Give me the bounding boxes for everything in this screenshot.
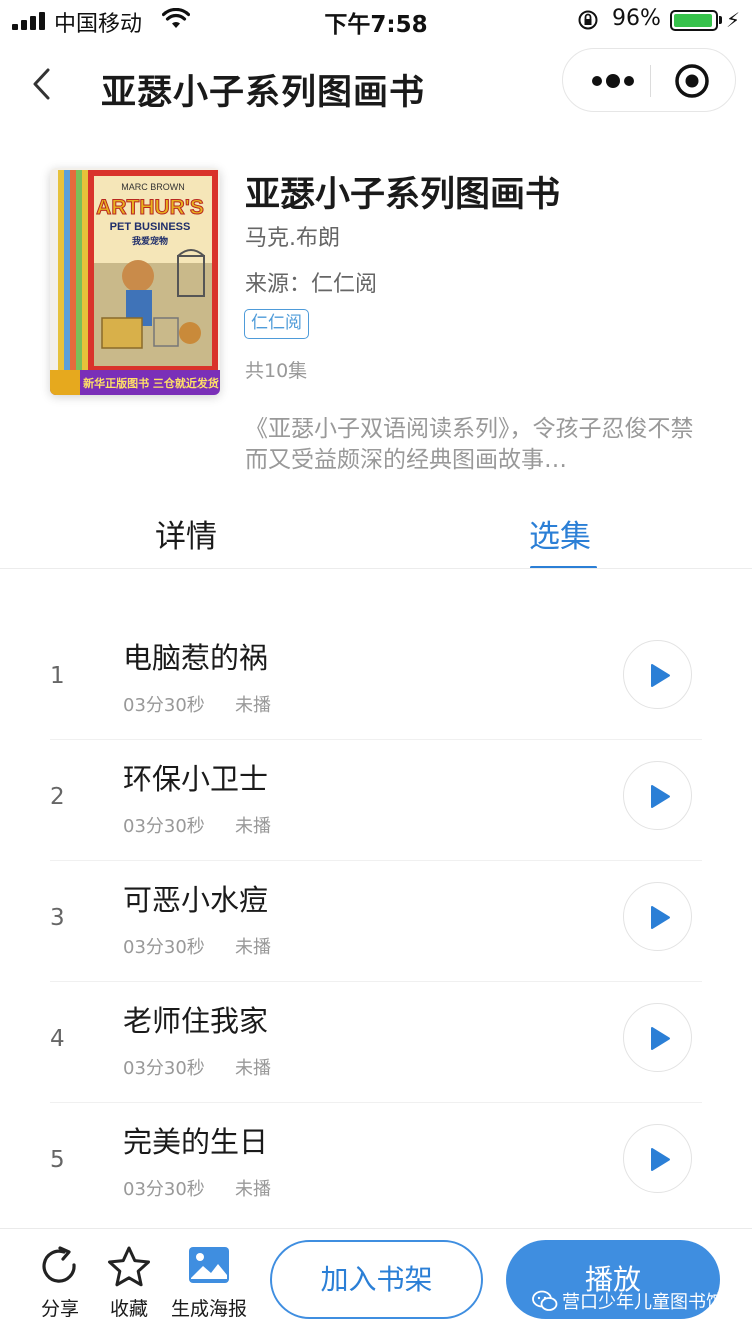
page-title: 亚瑟小子系列图画书 [101, 73, 426, 113]
battery-percent: 96% [612, 6, 661, 31]
episode-play-button[interactable] [623, 761, 692, 830]
episode-duration: 03分30秒 [123, 695, 205, 716]
episode-title: 可恶小水痘 [123, 883, 269, 917]
tabs-divider [0, 568, 752, 569]
bottom-action-bar: 分享 收藏 生成海报 加入书架 播放 [0, 1228, 752, 1334]
episode-play-button[interactable] [623, 1124, 692, 1193]
close-miniprogram-icon[interactable] [673, 62, 711, 100]
episode-play-button[interactable] [623, 640, 692, 709]
episode-number: 4 [50, 1026, 65, 1052]
wechat-icon [532, 1290, 558, 1311]
episode-duration: 03分30秒 [123, 1058, 205, 1079]
episode-play-state: 未播 [235, 816, 271, 837]
play-icon [651, 1148, 670, 1171]
book-source: 来源：仁仁阅 [245, 272, 378, 297]
episode-play-state: 未播 [235, 1179, 271, 1200]
play-icon [651, 906, 670, 929]
cover-author-brand: MARC BROWN [121, 182, 185, 192]
capsule-divider [650, 65, 651, 97]
cover-subtitle: 我爱宠物 [132, 235, 168, 247]
episode-play-state: 未播 [235, 937, 271, 958]
cover-title-line1: ARTHUR'S [96, 196, 204, 219]
episode-play-state: 未播 [235, 695, 271, 716]
book-cover[interactable]: MARC BROWN ARTHUR'S PET BUSINESS 我爱宠物 新华… [50, 168, 220, 395]
status-bar: 中国移动 下午7:58 96% ⚡ [0, 0, 752, 40]
generate-poster-button[interactable]: 生成海报 [166, 1229, 252, 1334]
book-author: 马克.布朗 [245, 226, 340, 251]
favorite-button[interactable]: 收藏 [102, 1229, 156, 1334]
charging-icon: ⚡ [726, 8, 741, 32]
poster-label: 生成海报 [170, 1298, 247, 1320]
episode-number: 1 [50, 663, 65, 689]
play-icon [651, 1027, 670, 1050]
episode-play-button[interactable] [623, 1003, 692, 1072]
star-icon [108, 1246, 150, 1287]
episode-number: 2 [50, 784, 65, 810]
play-icon [651, 664, 670, 687]
share-icon [42, 1246, 76, 1283]
cover-banner: 新华正版图书 三仓就近发货 [83, 376, 219, 390]
source-tag[interactable]: 仁仁阅 [244, 309, 309, 339]
book-description[interactable]: 《亚瑟小子双语阅读系列》，令孩子忍俊不禁而又受益颇深的经典图画故事… [245, 414, 705, 476]
episode-count: 共10集 [245, 360, 308, 382]
episode-number: 5 [50, 1147, 65, 1173]
share-label: 分享 [40, 1298, 79, 1320]
episode-row[interactable]: 4 老师住我家 03分30秒 未播 [0, 982, 752, 1103]
episode-number: 3 [50, 905, 65, 931]
episode-play-state: 未播 [235, 1058, 271, 1079]
miniprogram-capsule [562, 48, 736, 112]
play-icon [651, 785, 670, 808]
share-button[interactable]: 分享 [34, 1229, 86, 1334]
battery-tip [719, 16, 722, 24]
episode-title: 电脑惹的祸 [123, 641, 269, 675]
watermark-text: 营口少年儿童图书馆 [562, 1292, 724, 1313]
episode-duration: 03分30秒 [123, 937, 205, 958]
episode-duration: 03分30秒 [123, 816, 205, 837]
episode-title: 完美的生日 [123, 1125, 269, 1159]
tab-details[interactable]: 详情 [155, 511, 217, 556]
battery-icon [670, 10, 718, 31]
watermark: 营口少年儿童图书馆 [532, 1288, 724, 1314]
book-cover-image: MARC BROWN ARTHUR'S PET BUSINESS 我爱宠物 新华… [50, 168, 220, 395]
episode-row[interactable]: 3 可恶小水痘 03分30秒 未播 [0, 861, 752, 982]
back-icon[interactable] [28, 64, 58, 104]
orientation-lock-icon [578, 10, 598, 30]
episode-title: 环保小卫士 [123, 762, 269, 796]
add-to-shelf-button[interactable]: 加入书架 [270, 1240, 483, 1319]
episode-play-button[interactable] [623, 882, 692, 951]
episode-row[interactable]: 2 环保小卫士 03分30秒 未播 [0, 740, 752, 861]
episode-title: 老师住我家 [123, 1004, 269, 1038]
episode-duration: 03分30秒 [123, 1179, 205, 1200]
favorite-label: 收藏 [109, 1298, 148, 1320]
tab-episodes[interactable]: 选集 [529, 511, 591, 556]
episode-row[interactable]: 1 电脑惹的祸 03分30秒 未播 [0, 619, 752, 740]
more-icon[interactable] [581, 49, 641, 113]
episode-row[interactable]: 5 完美的生日 03分30秒 未播 [0, 1103, 752, 1224]
book-title: 亚瑟小子系列图画书 [245, 175, 561, 215]
cover-title-line2: PET BUSINESS [110, 221, 191, 233]
image-icon [189, 1247, 229, 1283]
